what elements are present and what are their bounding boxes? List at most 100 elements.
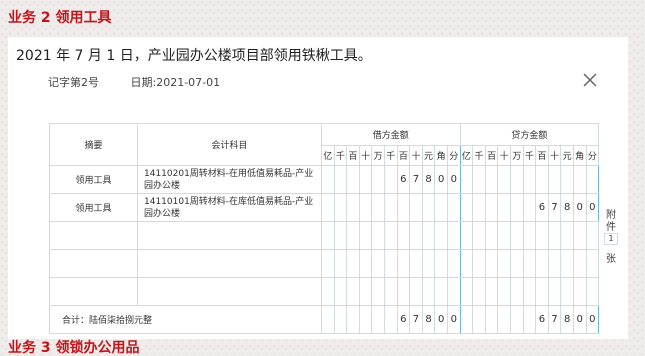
debit-digit (333, 193, 348, 222)
credit-unit-header: 千 (472, 145, 486, 166)
credit-digit (497, 193, 511, 222)
attachment-count[interactable]: 1 (604, 233, 618, 245)
credit-digit (547, 165, 562, 194)
credit-digit (509, 193, 524, 222)
credit-digit (472, 165, 486, 194)
debit-digit (383, 165, 398, 194)
credit-digit (572, 165, 587, 194)
credit-digit: 8 (560, 193, 574, 222)
credit-digit: 0 (572, 193, 587, 222)
debit-digit (421, 193, 436, 222)
header-debit: 借方金额 (321, 123, 461, 146)
total-label: 合计：陆佰柒拾捌元整 (49, 305, 322, 334)
total-debit-digit: 8 (421, 305, 436, 334)
debit-digit (383, 193, 398, 222)
header-account: 会计科目 (137, 123, 322, 166)
debit-unit-header: 亿 (321, 145, 335, 166)
voucher-number: 记字第2号 (48, 76, 99, 89)
debit-unit-header: 十 (409, 145, 423, 166)
attachment-label: 张 (606, 254, 616, 265)
credit-digit (484, 165, 499, 194)
debit-digit: 8 (421, 165, 436, 194)
credit-unit-header: 元 (560, 145, 574, 166)
credit-unit-header: 万 (509, 145, 524, 166)
credit-digit (459, 193, 474, 222)
total-credit-digit: 7 (547, 305, 562, 334)
debit-digit (358, 193, 373, 222)
total-debit-digit (346, 305, 360, 334)
total-debit-digit (383, 305, 398, 334)
credit-digit (459, 165, 474, 194)
debit-digit (446, 193, 461, 222)
credit-digit (560, 165, 574, 194)
table-row: 领用工具 14110201周转材料-在用低值易耗品-产业园办公楼 67800 (49, 165, 600, 194)
debit-unit-header: 分 (446, 145, 461, 166)
credit-digit (472, 193, 486, 222)
table-row-empty (49, 277, 600, 306)
debit-digit (358, 165, 373, 194)
debit-unit-header: 千 (383, 145, 398, 166)
credit-digit (509, 165, 524, 194)
row-account: 14110201周转材料-在用低值易耗品-产业园办公楼 (137, 165, 322, 194)
debit-digit (321, 165, 335, 194)
row-summary: 领用工具 (49, 193, 138, 222)
debit-digit: 0 (446, 165, 461, 194)
debit-unit-header: 百 (396, 145, 411, 166)
credit-digit (484, 193, 499, 222)
total-credit-digit (497, 305, 511, 334)
debit-digit: 0 (434, 165, 448, 194)
credit-unit-header: 千 (522, 145, 537, 166)
voucher-header: 记字第2号 日期:2021-07-01 (38, 74, 220, 90)
credit-unit-header: 亿 (459, 145, 474, 166)
table-row-empty (49, 249, 600, 278)
credit-unit-header: 分 (585, 145, 600, 166)
total-debit-digit: 7 (409, 305, 423, 334)
total-debit-digit: 6 (396, 305, 411, 334)
debit-unit-header: 千 (333, 145, 348, 166)
debit-digit: 6 (396, 165, 411, 194)
attachment-label: 件 (606, 222, 616, 233)
credit-digit: 7 (547, 193, 562, 222)
debit-digit (346, 193, 360, 222)
table-row: 领用工具 14110101周转材料-在库低值易耗品-产业园办公楼 67800 (49, 193, 600, 222)
business-description: 2021 年 7 月 1 日，产业园办公楼项目部领用铁楸工具。 (16, 48, 372, 64)
total-credit-digit: 0 (585, 305, 600, 334)
credit-unit-header: 十 (547, 145, 562, 166)
credit-digit: 6 (535, 193, 549, 222)
total-row: 合计：陆佰柒拾捌元整 6780067800 (49, 305, 600, 334)
table-row-empty (49, 221, 600, 250)
credit-digit (522, 193, 537, 222)
debit-digit (346, 165, 360, 194)
debit-unit-header: 百 (346, 145, 360, 166)
total-credit-digit: 0 (572, 305, 587, 334)
debit-digit: 7 (409, 165, 423, 194)
debit-unit-header: 万 (371, 145, 385, 166)
total-debit-digit (321, 305, 335, 334)
total-credit-digit (472, 305, 486, 334)
voucher-table: 摘要 会计科目 借方金额 贷方金额 亿千百十万千百十元角分亿千百十万千百十元角分… (49, 123, 600, 334)
credit-digit (497, 165, 511, 194)
header-credit: 贷方金额 (459, 123, 600, 146)
total-credit-digit: 6 (535, 305, 549, 334)
total-credit-digit: 8 (560, 305, 574, 334)
total-debit-digit: 0 (434, 305, 448, 334)
total-credit-digit (522, 305, 537, 334)
credit-unit-header: 百 (484, 145, 499, 166)
debit-digit (321, 193, 335, 222)
section-heading: 业务 2 领用工具 (8, 10, 112, 26)
credit-digit: 0 (585, 193, 600, 222)
debit-digit (434, 193, 448, 222)
next-section-heading: 业务 3 领锁办公用品 (8, 340, 140, 356)
credit-unit-header: 百 (535, 145, 549, 166)
debit-digit (333, 165, 348, 194)
debit-unit-header: 角 (434, 145, 448, 166)
voucher-date: 日期:2021-07-01 (130, 76, 221, 89)
debit-digit (409, 193, 423, 222)
debit-digit (371, 193, 385, 222)
total-debit-digit (358, 305, 373, 334)
close-icon[interactable] (581, 71, 599, 89)
total-debit-digit: 0 (446, 305, 461, 334)
total-credit-digit (459, 305, 474, 334)
row-summary: 领用工具 (49, 165, 138, 194)
debit-unit-header: 元 (421, 145, 436, 166)
